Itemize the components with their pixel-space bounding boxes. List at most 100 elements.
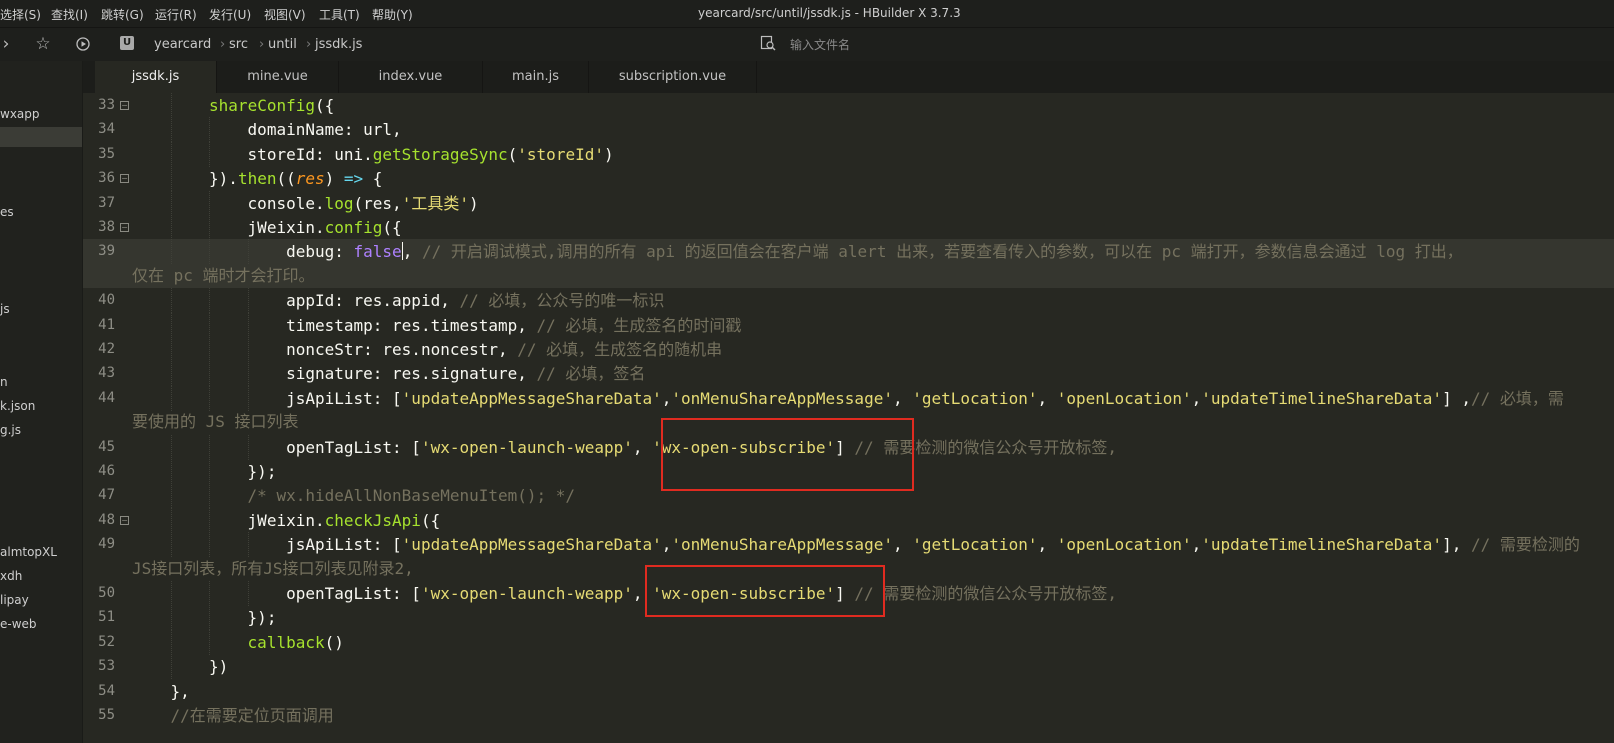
code-token: 'getLocation' [912, 388, 1038, 408]
code-line[interactable]: 38− jWeixin.config({ [83, 215, 1614, 240]
code-text: storeId: uni.getStorageSync('storeId') [132, 142, 1614, 167]
code-token: domainName: url, [247, 120, 402, 140]
line-number: 39 [98, 243, 115, 260]
code-line[interactable]: 37 console.log(res,'工具类') [83, 190, 1614, 216]
code-line[interactable]: 33− shareConfig({ [83, 93, 1614, 118]
tab-jssdk-js[interactable]: jssdk.js [95, 61, 217, 94]
code-token: signature: res.signature, [286, 364, 537, 384]
code-token: 'storeId' [517, 144, 604, 164]
code-line[interactable]: 36−}).then((res) => { [83, 166, 1614, 192]
sidebar-item[interactable]: es [0, 202, 14, 222]
sidebar-item[interactable]: xdh [0, 566, 22, 586]
sidebar-item[interactable]: wxapp [0, 104, 40, 124]
code-token: , [1037, 388, 1057, 408]
code-line[interactable]: 41 timestamp: res.timestamp, // 必填，生成签名的时… [83, 312, 1614, 338]
code-token: shareConfig [209, 96, 315, 115]
breadcrumb-src[interactable]: src [229, 37, 248, 52]
breadcrumb-project[interactable]: yearcard [154, 37, 211, 52]
code-line[interactable]: 54}, [83, 679, 1614, 703]
code-token: }, [170, 681, 190, 701]
code-text: timestamp: res.timestamp, // 必填，生成签名的时间戳 [132, 313, 1614, 338]
sidebar-item[interactable]: e-web [0, 614, 37, 634]
code-token: 'wx-open-launch-weapp' [420, 437, 633, 457]
code-token: ) [603, 144, 614, 164]
line-number: 43 [98, 365, 115, 382]
tab-index-vue[interactable]: index.vue [339, 61, 483, 93]
menu-help[interactable]: 帮助(Y) [372, 6, 413, 23]
sidebar-item[interactable]: g.js [0, 420, 21, 440]
line-number: 52 [98, 633, 115, 650]
code-line[interactable]: 53}) [83, 654, 1614, 680]
code-token: timestamp: res.timestamp, [286, 315, 537, 335]
code-token: ( [507, 144, 518, 164]
code-token: ({ [420, 510, 441, 530]
fold-toggle-icon[interactable]: − [120, 174, 129, 184]
code-wrapped-continuation: JS接口列表，所有JS接口列表见附录2, [132, 557, 414, 581]
code-token: getStorageSync [372, 144, 508, 164]
project-home-icon[interactable]: U [120, 36, 134, 50]
code-text: }).then((res) => { [132, 166, 1614, 191]
code-token: //在需要定位页面调用 [170, 706, 334, 725]
tab-main-js[interactable]: main.js [483, 61, 589, 93]
code-line[interactable]: 43 signature: res.signature, // 必填，签名 [83, 361, 1614, 387]
code-token: 'updateAppMessageShareData' [401, 388, 662, 408]
line-number: 40 [98, 292, 115, 309]
code-token: 'updateTimelineShareData' [1201, 535, 1443, 555]
breadcrumb-separator-icon: › [259, 37, 265, 52]
code-text: }) [132, 654, 1614, 679]
sidebar-item[interactable]: js [0, 299, 10, 319]
code-token: 'openLocation' [1056, 388, 1192, 408]
code-line[interactable]: 35 storeId: uni.getStorageSync('storeId') [83, 141, 1614, 167]
code-token: 'wx-open-launch-weapp' [420, 584, 633, 603]
menu-tools[interactable]: 工具(T) [319, 6, 360, 23]
sidebar-item[interactable]: n [0, 372, 8, 392]
code-token: false [353, 242, 402, 262]
sidebar-item[interactable]: lipay [0, 590, 29, 610]
code-token: // 必填，生成签名的时间戳 [536, 315, 742, 335]
line-number: 48 [98, 511, 115, 528]
fold-toggle-icon[interactable]: − [120, 223, 129, 232]
code-line[interactable]: 34 domainName: url, [83, 117, 1614, 143]
menu-run[interactable]: 运行(R) [155, 6, 197, 23]
tab-subscription-vue[interactable]: subscription.vue [589, 61, 757, 93]
code-line[interactable]: 48− jWeixin.checkJsApi({ [83, 507, 1614, 533]
editor-tab-bar: jssdk.js mine.vue index.vue main.js subs… [83, 61, 1614, 94]
file-search-input[interactable] [788, 33, 1312, 57]
code-line[interactable]: 40 appId: res.appid, // 必填，公众号的唯一标识 [83, 288, 1614, 314]
chevron-right-icon[interactable]: › [0, 34, 16, 54]
line-number: 38 [98, 219, 115, 235]
fold-toggle-icon[interactable]: − [120, 515, 129, 525]
fold-toggle-icon[interactable]: − [120, 101, 129, 110]
code-token: 'openLocation' [1056, 535, 1192, 555]
code-token: 'onMenuShareAppMessage' [671, 388, 893, 408]
code-token: }); [247, 462, 277, 481]
window-title: yearcard/src/until/jssdk.js - HBuilder X… [698, 6, 961, 20]
code-line[interactable]: 42 nonceStr: res.noncestr, // 必填，生成签名的随机串 [83, 337, 1614, 362]
code-line[interactable]: 39 debug: false, // 开启调试模式,调用的所有 api 的返回值… [83, 239, 1614, 289]
code-text: shareConfig({ [132, 93, 1614, 118]
code-text: domainName: url, [132, 117, 1614, 142]
menu-view[interactable]: 视图(V) [264, 6, 306, 23]
star-icon[interactable]: ☆ [33, 34, 53, 54]
sidebar-item[interactable]: almtopXL [0, 542, 57, 562]
code-editor[interactable]: 33− shareConfig({34 domainName: url, 35 stor… [83, 93, 1614, 743]
code-token: ], [1442, 535, 1471, 555]
menu-publish[interactable]: 发行(U) [209, 6, 251, 23]
menu-select[interactable]: 选择(S) [0, 6, 41, 23]
breadcrumb-file[interactable]: jssdk.js [315, 37, 362, 52]
code-token: 仅在 pc 端时才会打印。 [132, 265, 315, 285]
line-number: 46 [98, 463, 115, 479]
menu-find[interactable]: 查找(I) [51, 6, 88, 23]
menu-goto[interactable]: 跳转(G) [101, 6, 144, 23]
code-token: // 必填，公众号的唯一标识 [459, 291, 665, 311]
sidebar-item[interactable]: k.json [0, 396, 35, 416]
tab-mine-vue[interactable]: mine.vue [217, 61, 339, 93]
code-line[interactable]: 52 callback() [83, 629, 1614, 655]
run-circle-icon[interactable] [73, 34, 93, 57]
breadcrumb-until[interactable]: until [268, 37, 297, 52]
code-token: 'updateTimelineShareData' [1201, 388, 1443, 408]
code-text: jWeixin.config({ [132, 215, 1614, 240]
code-token: ({ [315, 96, 335, 115]
code-line[interactable]: 55 //在需要定位页面调用 [83, 703, 1614, 727]
sidebar-item-selected[interactable] [0, 127, 82, 147]
